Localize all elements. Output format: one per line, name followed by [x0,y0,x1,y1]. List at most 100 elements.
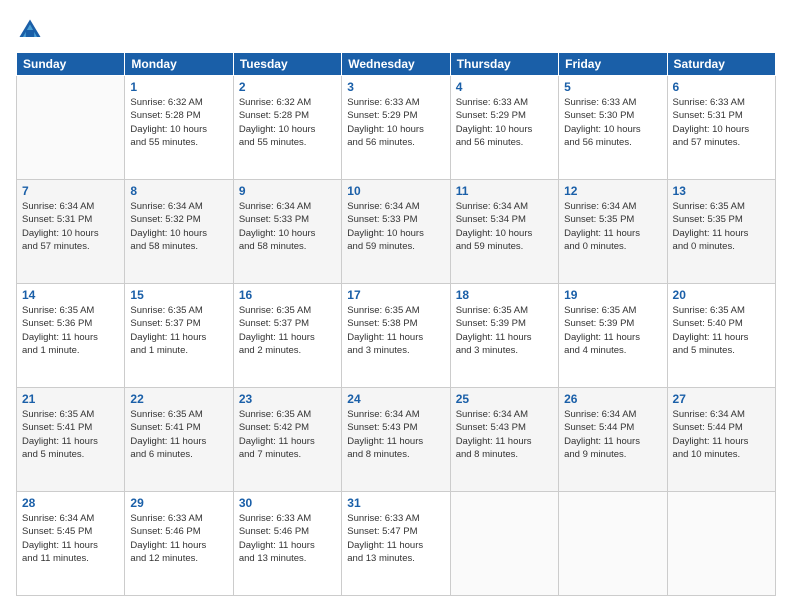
day-info: Sunrise: 6:35 AM Sunset: 5:40 PM Dayligh… [673,304,770,357]
day-number: 12 [564,184,661,198]
day-info: Sunrise: 6:34 AM Sunset: 5:33 PM Dayligh… [347,200,444,253]
calendar-cell [667,492,775,596]
day-number: 3 [347,80,444,94]
calendar-table: SundayMondayTuesdayWednesdayThursdayFrid… [16,52,776,596]
day-info: Sunrise: 6:34 AM Sunset: 5:31 PM Dayligh… [22,200,119,253]
day-number: 19 [564,288,661,302]
week-row-1: 1 Sunrise: 6:32 AM Sunset: 5:28 PM Daylig… [17,76,776,180]
day-info: Sunrise: 6:34 AM Sunset: 5:43 PM Dayligh… [347,408,444,461]
day-number: 22 [130,392,227,406]
day-info: Sunrise: 6:35 AM Sunset: 5:38 PM Dayligh… [347,304,444,357]
day-info: Sunrise: 6:32 AM Sunset: 5:28 PM Dayligh… [130,96,227,149]
calendar-cell: 9Sunrise: 6:34 AM Sunset: 5:33 PM Daylig… [233,180,341,284]
calendar-cell: 18Sunrise: 6:35 AM Sunset: 5:39 PM Dayli… [450,284,558,388]
calendar-cell: 28 Sunrise: 6:34 AM Sunset: 5:45 PM Dayli… [17,492,125,596]
calendar-cell: 13 Sunrise: 6:35 AM Sunset: 5:35 PM Dayli… [667,180,775,284]
column-header-saturday: Saturday [667,53,775,76]
day-info: Sunrise: 6:35 AM Sunset: 5:39 PM Dayligh… [564,304,661,357]
day-info: Sunrise: 6:35 AM Sunset: 5:35 PM Dayligh… [673,200,770,253]
day-info: Sunrise: 6:33 AM Sunset: 5:30 PM Dayligh… [564,96,661,149]
day-number: 4 [456,80,553,94]
day-info: Sunrise: 6:32 AM Sunset: 5:28 PM Dayligh… [239,96,336,149]
day-info: Sunrise: 6:34 AM Sunset: 5:34 PM Dayligh… [456,200,553,253]
calendar-cell: 3 Sunrise: 6:33 AM Sunset: 5:29 PM Daylig… [342,76,450,180]
day-number: 20 [673,288,770,302]
day-number: 14 [22,288,119,302]
logo-icon [16,16,44,44]
day-number: 21 [22,392,119,406]
week-row-4: 21 Sunrise: 6:35 AM Sunset: 5:41 PM Dayli… [17,388,776,492]
calendar-cell: 25 Sunrise: 6:34 AM Sunset: 5:43 PM Dayli… [450,388,558,492]
calendar-cell [17,76,125,180]
header-row: SundayMondayTuesdayWednesdayThursdayFrid… [17,53,776,76]
day-info: Sunrise: 6:33 AM Sunset: 5:29 PM Dayligh… [456,96,553,149]
day-info: Sunrise: 6:35 AM Sunset: 5:39 PM Dayligh… [456,304,553,357]
day-number: 8 [130,184,227,198]
day-number: 24 [347,392,444,406]
calendar-cell: 7 Sunrise: 6:34 AM Sunset: 5:31 PM Daylig… [17,180,125,284]
calendar-cell: 24 Sunrise: 6:34 AM Sunset: 5:43 PM Dayli… [342,388,450,492]
day-number: 27 [673,392,770,406]
day-number: 16 [239,288,336,302]
day-number: 30 [239,496,336,510]
calendar-cell: 1 Sunrise: 6:32 AM Sunset: 5:28 PM Daylig… [125,76,233,180]
day-number: 10 [347,184,444,198]
calendar-cell [450,492,558,596]
calendar-cell: 30Sunrise: 6:33 AM Sunset: 5:46 PM Dayli… [233,492,341,596]
calendar-cell: 27 Sunrise: 6:34 AM Sunset: 5:44 PM Dayli… [667,388,775,492]
day-info: Sunrise: 6:34 AM Sunset: 5:44 PM Dayligh… [673,408,770,461]
calendar-cell: 8 Sunrise: 6:34 AM Sunset: 5:32 PM Daylig… [125,180,233,284]
day-info: Sunrise: 6:33 AM Sunset: 5:29 PM Dayligh… [347,96,444,149]
calendar-cell: 26Sunrise: 6:34 AM Sunset: 5:44 PM Dayli… [559,388,667,492]
page: SundayMondayTuesdayWednesdayThursdayFrid… [0,0,792,612]
calendar-cell: 2 Sunrise: 6:32 AM Sunset: 5:28 PM Daylig… [233,76,341,180]
day-info: Sunrise: 6:35 AM Sunset: 5:37 PM Dayligh… [130,304,227,357]
day-number: 6 [673,80,770,94]
day-info: Sunrise: 6:35 AM Sunset: 5:41 PM Dayligh… [130,408,227,461]
calendar-body: 1 Sunrise: 6:32 AM Sunset: 5:28 PM Daylig… [17,76,776,596]
week-row-3: 14Sunrise: 6:35 AM Sunset: 5:36 PM Dayli… [17,284,776,388]
calendar-cell [559,492,667,596]
logo [16,16,48,44]
day-number: 25 [456,392,553,406]
day-info: Sunrise: 6:35 AM Sunset: 5:37 PM Dayligh… [239,304,336,357]
day-info: Sunrise: 6:35 AM Sunset: 5:41 PM Dayligh… [22,408,119,461]
day-number: 26 [564,392,661,406]
day-number: 29 [130,496,227,510]
day-number: 7 [22,184,119,198]
calendar-cell: 20 Sunrise: 6:35 AM Sunset: 5:40 PM Dayli… [667,284,775,388]
calendar-cell: 10 Sunrise: 6:34 AM Sunset: 5:33 PM Dayli… [342,180,450,284]
day-info: Sunrise: 6:34 AM Sunset: 5:43 PM Dayligh… [456,408,553,461]
day-number: 13 [673,184,770,198]
calendar-cell: 5 Sunrise: 6:33 AM Sunset: 5:30 PM Daylig… [559,76,667,180]
calendar-cell: 4 Sunrise: 6:33 AM Sunset: 5:29 PM Daylig… [450,76,558,180]
week-row-5: 28 Sunrise: 6:34 AM Sunset: 5:45 PM Dayli… [17,492,776,596]
week-row-2: 7 Sunrise: 6:34 AM Sunset: 5:31 PM Daylig… [17,180,776,284]
calendar-cell: 22 Sunrise: 6:35 AM Sunset: 5:41 PM Dayli… [125,388,233,492]
column-header-wednesday: Wednesday [342,53,450,76]
day-number: 1 [130,80,227,94]
calendar-cell: 12Sunrise: 6:34 AM Sunset: 5:35 PM Dayli… [559,180,667,284]
calendar-cell: 15Sunrise: 6:35 AM Sunset: 5:37 PM Dayli… [125,284,233,388]
day-number: 28 [22,496,119,510]
day-number: 17 [347,288,444,302]
day-info: Sunrise: 6:33 AM Sunset: 5:47 PM Dayligh… [347,512,444,565]
day-number: 5 [564,80,661,94]
calendar-cell: 21 Sunrise: 6:35 AM Sunset: 5:41 PM Dayli… [17,388,125,492]
header [16,16,776,44]
day-info: Sunrise: 6:34 AM Sunset: 5:45 PM Dayligh… [22,512,119,565]
day-number: 11 [456,184,553,198]
column-header-monday: Monday [125,53,233,76]
day-number: 31 [347,496,444,510]
column-header-thursday: Thursday [450,53,558,76]
day-number: 23 [239,392,336,406]
day-info: Sunrise: 6:34 AM Sunset: 5:32 PM Dayligh… [130,200,227,253]
calendar-header: SundayMondayTuesdayWednesdayThursdayFrid… [17,53,776,76]
column-header-friday: Friday [559,53,667,76]
calendar-cell: 31 Sunrise: 6:33 AM Sunset: 5:47 PM Dayli… [342,492,450,596]
calendar-cell: 16 Sunrise: 6:35 AM Sunset: 5:37 PM Dayli… [233,284,341,388]
calendar-cell: 29Sunrise: 6:33 AM Sunset: 5:46 PM Dayli… [125,492,233,596]
column-header-sunday: Sunday [17,53,125,76]
day-info: Sunrise: 6:35 AM Sunset: 5:42 PM Dayligh… [239,408,336,461]
day-number: 2 [239,80,336,94]
